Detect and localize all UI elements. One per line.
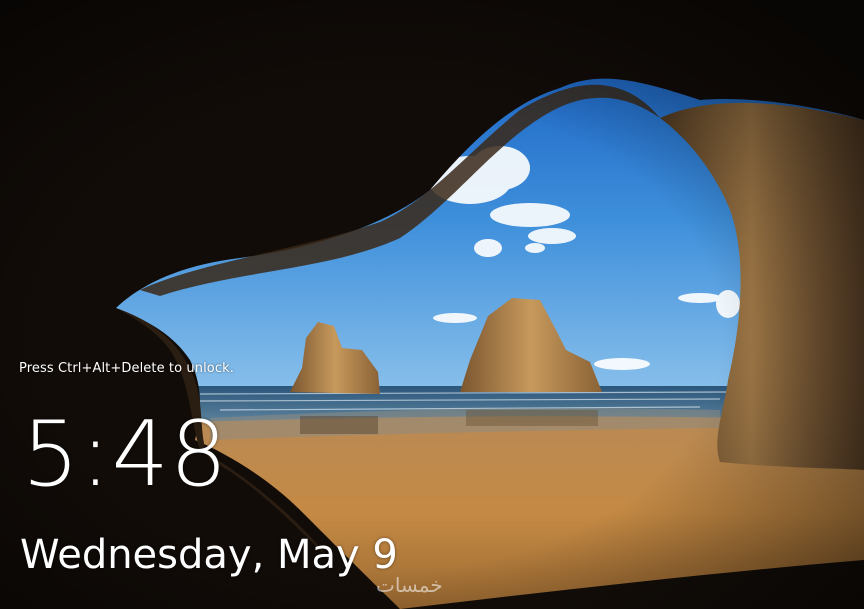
background-wallpaper — [0, 0, 864, 609]
lock-screen[interactable]: Press Ctrl+Alt+Delete to unlock. 5:48 We… — [0, 0, 864, 609]
watermark: خمسات — [376, 573, 443, 597]
unlock-hint: Press Ctrl+Alt+Delete to unlock. — [19, 361, 234, 376]
lock-screen-date: Wednesday, May 9 — [20, 532, 398, 578]
lock-screen-clock: 5:48 — [22, 402, 229, 507]
